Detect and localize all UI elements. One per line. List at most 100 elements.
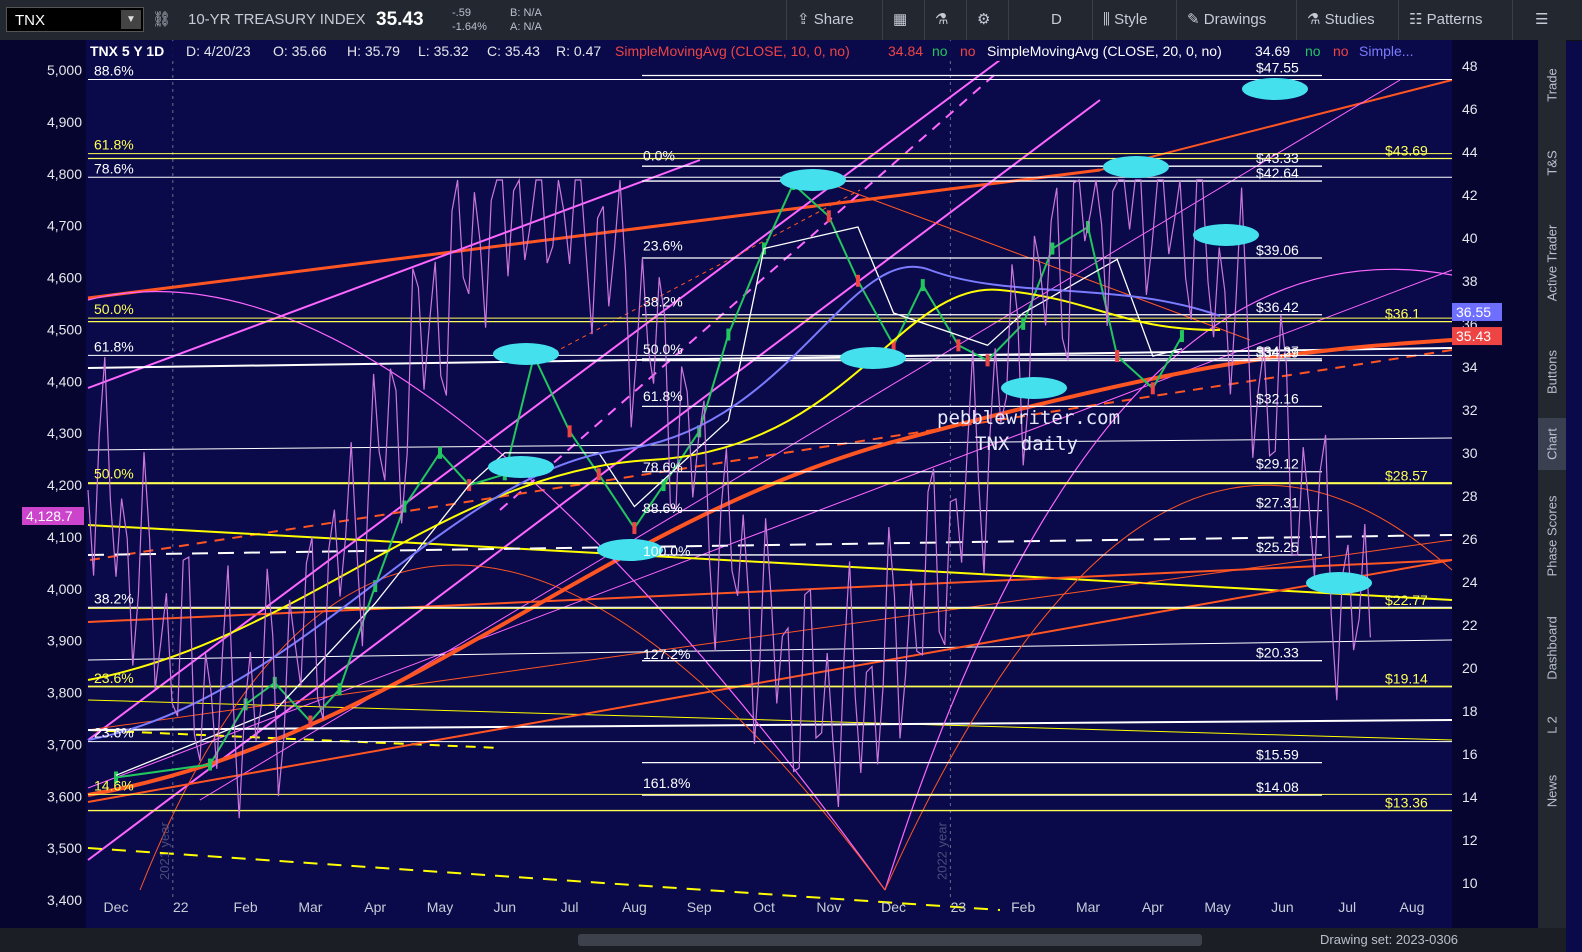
header-date: D: 4/20/23 bbox=[186, 43, 251, 59]
cyan-marker bbox=[488, 456, 554, 478]
fib-left-label: 61.8% bbox=[94, 137, 134, 153]
bid-value: B: N/A bbox=[510, 7, 542, 19]
right-tick-label: 26 bbox=[1462, 531, 1478, 547]
right-tick-label: 34 bbox=[1462, 359, 1478, 375]
price-level-label: $36.1 bbox=[1385, 306, 1420, 322]
studies-button[interactable]: ⚗ Studies bbox=[1296, 0, 1398, 40]
candle bbox=[726, 328, 731, 341]
link-icon[interactable]: ⛓ bbox=[152, 0, 171, 40]
symbol-input[interactable]: TNX ▼ bbox=[6, 7, 144, 32]
right-tick-label: 12 bbox=[1462, 832, 1478, 848]
price-chart[interactable]: $47.55 $43.33 $43.69 $42.64 $39.06 $36.42 $36.… bbox=[0, 40, 1538, 928]
header-ticker: TNX 5 Y 1D bbox=[90, 43, 164, 59]
fib-mid-label: 78.6% bbox=[643, 459, 683, 475]
candle bbox=[1021, 317, 1026, 330]
price-level-label: $20.33 bbox=[1256, 645, 1299, 661]
x-tick-label: Jun bbox=[1271, 899, 1294, 915]
sidebar-tab-phase-scores[interactable]: Phase Scores bbox=[1538, 476, 1566, 596]
x-tick-label: Dec bbox=[104, 899, 129, 915]
fib-left-label: 14.6% bbox=[94, 777, 134, 793]
x-tick-label: Oct bbox=[753, 899, 775, 915]
cyan-marker bbox=[1242, 78, 1308, 100]
patterns-button[interactable]: ☷ Patterns bbox=[1398, 0, 1512, 40]
patterns-icon: ☷ bbox=[1409, 11, 1427, 28]
sidebar-tab-active-trader[interactable]: Active Trader bbox=[1538, 200, 1566, 326]
gear-button[interactable]: ⚙ bbox=[966, 0, 1008, 40]
right-tick-label: 44 bbox=[1462, 144, 1478, 160]
sidebar-tab-label: News bbox=[1544, 774, 1560, 808]
header-more[interactable]: Simple... bbox=[1359, 43, 1413, 59]
x-tick-label: 22 bbox=[173, 899, 189, 915]
header-low: L: 35.32 bbox=[418, 43, 469, 59]
chart-header: TNX 5 Y 1D D: 4/20/23 O: 35.66 H: 35.79 … bbox=[86, 41, 1452, 61]
left-tick-label: 4,600 bbox=[47, 270, 82, 286]
header-sma10[interactable]: SimpleMovingAvg (CLOSE, 10, 0, no) bbox=[615, 43, 850, 59]
fib-mid-label: 0.0% bbox=[643, 147, 675, 163]
right-sidebar: Trade T&S Active Trader Buttons Chart Phase S… bbox=[1538, 40, 1566, 928]
left-tick-label: 4,100 bbox=[47, 529, 82, 545]
candle bbox=[632, 522, 637, 535]
right-tick-label: 18 bbox=[1462, 703, 1478, 719]
header-no-1: no bbox=[932, 43, 948, 59]
cyan-marker bbox=[840, 347, 906, 369]
x-tick-label: Mar bbox=[298, 899, 322, 915]
sidebar-tab-dashboard[interactable]: Dashboard bbox=[1538, 602, 1566, 694]
pencil-icon: ✎ bbox=[1187, 11, 1204, 28]
right-tick-label: 48 bbox=[1462, 58, 1478, 74]
header-no-4: no bbox=[1333, 43, 1349, 59]
price-level-label: $22.77 bbox=[1385, 592, 1428, 608]
chart-settings-button[interactable]: ▦ bbox=[882, 0, 924, 40]
price-level-label: $19.14 bbox=[1385, 670, 1428, 686]
left-tick-label: 4,300 bbox=[47, 425, 82, 441]
price-tag-label: 35.43 bbox=[1456, 328, 1491, 344]
left-tick-label: 4,400 bbox=[47, 373, 82, 389]
header-sma20-value: 34.69 bbox=[1255, 43, 1290, 59]
left-tick-label: 4,000 bbox=[47, 581, 82, 597]
sidebar-tab-news[interactable]: News bbox=[1538, 756, 1566, 826]
scroll-thumb[interactable] bbox=[578, 934, 1202, 946]
symbol-dropdown-icon[interactable]: ▼ bbox=[121, 10, 141, 29]
watermark-line1: pebblewriter.com bbox=[937, 407, 1120, 429]
left-tick-label: 3,600 bbox=[47, 788, 82, 804]
fib-left-label: 23.6% bbox=[94, 670, 134, 686]
right-tick-label: 38 bbox=[1462, 273, 1478, 289]
header-no-3: no bbox=[1305, 43, 1321, 59]
left-tick-label: 4,200 bbox=[47, 477, 82, 493]
cyan-marker bbox=[1103, 156, 1169, 178]
header-sma20[interactable]: SimpleMovingAvg (CLOSE, 20, 0, no) bbox=[987, 43, 1222, 59]
flask-button[interactable]: ⚗ bbox=[924, 0, 966, 40]
header-sma10-value: 34.84 bbox=[888, 43, 923, 59]
x-tick-label: Jun bbox=[494, 899, 517, 915]
sidebar-tab-label: Phase Scores bbox=[1544, 495, 1560, 577]
sidebar-tab-buttons[interactable]: Buttons bbox=[1538, 332, 1566, 412]
sidebar-tab-l-2[interactable]: L 2 bbox=[1538, 700, 1566, 750]
price-level-label: $34.37 bbox=[1256, 343, 1299, 359]
gear-icon: ⚙ bbox=[977, 11, 991, 28]
style-button[interactable]: ⫼ Style bbox=[1092, 0, 1176, 40]
drawings-button[interactable]: ✎ Drawings bbox=[1176, 0, 1296, 40]
price-level-label: $29.12 bbox=[1256, 456, 1299, 472]
share-button[interactable]: ⇪ Share bbox=[786, 0, 882, 40]
time-scrollbar[interactable]: Drawing set: 2023-0306 bbox=[0, 928, 1566, 952]
candle bbox=[1115, 350, 1120, 363]
menu-button[interactable]: ☰ bbox=[1512, 0, 1566, 40]
price-level-label: $42.64 bbox=[1256, 165, 1299, 181]
change-value: -.59 bbox=[452, 7, 471, 19]
x-tick-label: Sep bbox=[687, 899, 712, 915]
price-level-label: $43.33 bbox=[1256, 150, 1299, 166]
menu-icon: ☰ bbox=[1535, 11, 1549, 28]
sidebar-tab-label: Chart bbox=[1544, 428, 1560, 460]
left-tick-label: 3,900 bbox=[47, 633, 82, 649]
period-button[interactable]: D bbox=[1008, 0, 1092, 40]
x-tick-label: Mar bbox=[1076, 899, 1100, 915]
fib-left-label: 23.6% bbox=[94, 725, 134, 741]
left-tick-label: 4,900 bbox=[47, 114, 82, 130]
year-label: 2022 year bbox=[934, 822, 949, 880]
sidebar-tab-chart[interactable]: Chart bbox=[1538, 418, 1566, 470]
header-close: C: 35.43 bbox=[487, 43, 540, 59]
year-label: 2021 year bbox=[157, 822, 172, 880]
candle bbox=[1050, 242, 1055, 255]
sidebar-tab-trade[interactable]: Trade bbox=[1538, 44, 1566, 126]
ask-value: A: N/A bbox=[510, 21, 542, 33]
sidebar-tab-t-s[interactable]: T&S bbox=[1538, 132, 1566, 194]
